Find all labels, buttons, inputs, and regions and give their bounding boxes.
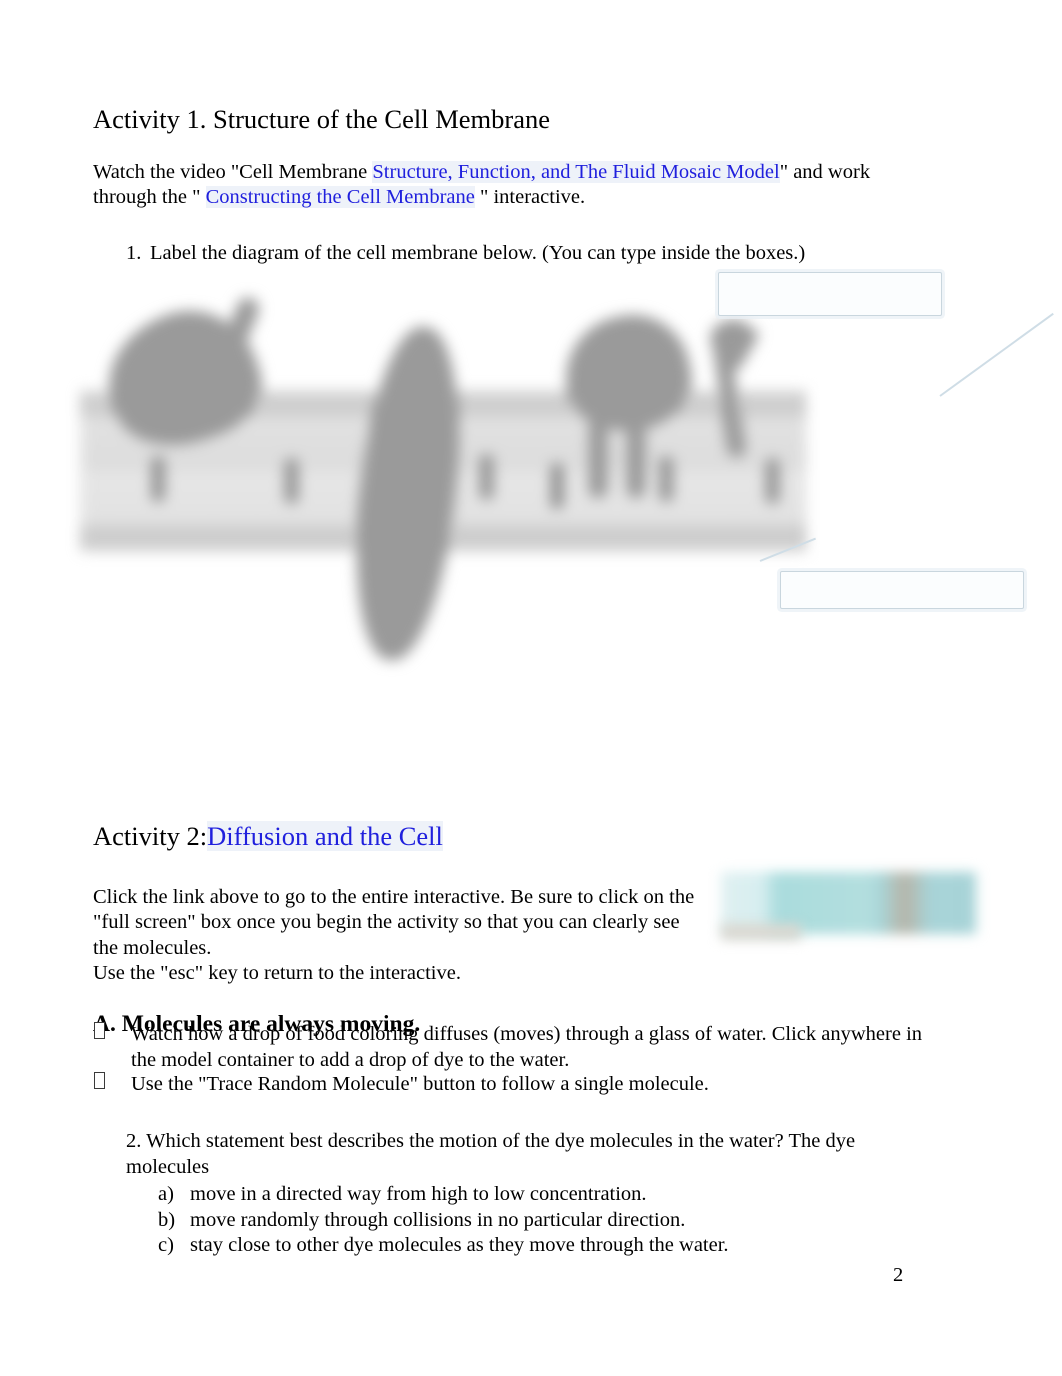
cholesterol-shape bbox=[660, 456, 673, 502]
option-a-label: a) bbox=[158, 1183, 174, 1205]
activity2-heading: Activity 2:Diffusion and the Cell bbox=[93, 820, 443, 851]
document-page: Activity 1. Structure of the Cell Membra… bbox=[0, 0, 1062, 1376]
question-2-option-b: b) move randomly through collisions in no… bbox=[158, 1208, 878, 1234]
activity2-paragraph: Click the link above to go to the entire… bbox=[93, 885, 703, 987]
link-constructing-cell-membrane[interactable]: Constructing the Cell Membrane bbox=[205, 185, 475, 208]
option-b-label: b) bbox=[158, 1208, 176, 1231]
channel-protein-leg-left bbox=[588, 398, 608, 498]
list-item: Watch how a drop of food coloring diffus… bbox=[94, 1022, 924, 1073]
cholesterol-shape bbox=[480, 454, 493, 500]
question-1-number: 1. bbox=[126, 242, 142, 264]
bullet-glyph-icon bbox=[94, 1022, 105, 1039]
activity2-paragraph-line4: Use the "esc" key to return to the inter… bbox=[93, 962, 461, 984]
membrane-label-textbox-top[interactable] bbox=[718, 272, 942, 316]
intro-text-after-link2: " interactive. bbox=[474, 185, 586, 208]
question-2-option-a: a) move in a directed way from high to lo… bbox=[158, 1182, 878, 1208]
activity2-heading-prefix: Activity 2: bbox=[93, 820, 208, 851]
link-fluid-mosaic-model[interactable]: Structure, Function, and The Fluid Mosai… bbox=[372, 160, 780, 183]
bullet-1-text: Watch how a drop of food coloring diffus… bbox=[131, 1023, 923, 1071]
option-a-text: move in a directed way from high to low … bbox=[190, 1183, 647, 1205]
intro-text-before-link1: Watch the video "Cell Membrane bbox=[93, 160, 373, 183]
question-1-text: Label the diagram of the cell membrane b… bbox=[150, 242, 806, 264]
list-item: Use the "Trace Random Molecule" button t… bbox=[94, 1072, 924, 1098]
channel-protein-leg-right bbox=[626, 398, 646, 498]
option-c-label: c) bbox=[158, 1234, 174, 1256]
bullet-2-text: Use the "Trace Random Molecule" button t… bbox=[131, 1073, 709, 1095]
question-2-option-c: c) stay close to other dye molecules as t… bbox=[158, 1233, 878, 1259]
thumbnail-shadow bbox=[721, 924, 801, 940]
bullet-glyph-icon bbox=[94, 1072, 105, 1089]
membrane-label-textbox-bottom[interactable] bbox=[780, 571, 1024, 609]
cholesterol-shape bbox=[766, 458, 779, 504]
question-1: 1. Label the diagram of the cell membrane… bbox=[126, 241, 805, 266]
question-2: 2. Which statement best describes the mo… bbox=[126, 1130, 856, 1178]
link-diffusion-and-the-cell[interactable]: Diffusion and the Cell bbox=[207, 820, 443, 851]
page-number: 2 bbox=[893, 1264, 904, 1286]
activity1-intro-paragraph: Watch the video "Cell Membrane Structure… bbox=[93, 160, 893, 210]
question-2-options: a) move in a directed way from high to lo… bbox=[158, 1182, 878, 1259]
activity2-paragraph-line1: Click the link above to go to the entire… bbox=[93, 885, 664, 908]
cholesterol-shape bbox=[550, 463, 563, 509]
activity1-heading: Activity 1. Structure of the Cell Membra… bbox=[93, 103, 551, 134]
option-b-text: move randomly through collisions in no p… bbox=[190, 1208, 686, 1231]
integral-protein-shape bbox=[342, 321, 473, 666]
cholesterol-shape bbox=[152, 456, 165, 502]
option-c-text: stay close to other dye molecules as the… bbox=[190, 1234, 729, 1256]
cholesterol-shape bbox=[285, 458, 298, 504]
